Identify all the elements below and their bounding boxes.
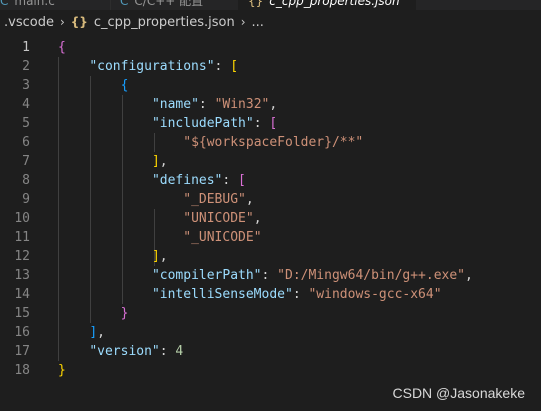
line-number: 6 bbox=[22, 135, 30, 150]
code-line[interactable]: 10 "UNICODE", bbox=[0, 209, 541, 228]
code-text[interactable]: "UNICODE", bbox=[58, 209, 261, 228]
line-number: 9 bbox=[22, 192, 30, 207]
code-text[interactable]: ], bbox=[58, 152, 168, 171]
code-text[interactable]: "version": 4 bbox=[58, 342, 183, 361]
code-line[interactable]: 16 ], bbox=[0, 323, 541, 342]
line-number: 7 bbox=[22, 154, 30, 169]
code-line[interactable]: 18} bbox=[0, 361, 541, 380]
code-line[interactable]: 11 "_UNICODE" bbox=[0, 228, 541, 247]
code-text[interactable]: "_DEBUG", bbox=[58, 190, 253, 209]
code-line[interactable]: 5 "includePath": [ bbox=[0, 114, 541, 133]
code-text[interactable]: "${workspaceFolder}/**" bbox=[58, 133, 363, 152]
tab-cpp-config[interactable]: C C/C++ 配置 bbox=[120, 0, 230, 10]
code-line[interactable]: 14 "intelliSenseMode": "windows-gcc-x64" bbox=[0, 285, 541, 304]
code-text[interactable]: } bbox=[58, 361, 66, 380]
line-number: 10 bbox=[14, 211, 30, 226]
line-number: 4 bbox=[22, 97, 30, 112]
line-number: 14 bbox=[14, 287, 30, 302]
line-number: 13 bbox=[14, 268, 30, 283]
breadcrumb-more[interactable]: ... bbox=[252, 15, 264, 30]
line-number: 1 bbox=[22, 40, 30, 55]
code-text[interactable]: { bbox=[58, 76, 129, 95]
line-number: 3 bbox=[22, 78, 30, 93]
line-number: 17 bbox=[14, 344, 30, 359]
line-number: 18 bbox=[14, 363, 30, 378]
line-number: 16 bbox=[14, 325, 30, 340]
c-file-icon: C bbox=[0, 0, 9, 8]
tab-label: c_cpp_properties.json bbox=[269, 0, 400, 8]
tab-label: C/C++ 配置 bbox=[134, 0, 204, 8]
c-file-icon: C bbox=[120, 0, 129, 8]
line-number: 15 bbox=[14, 306, 30, 321]
breadcrumb-folder[interactable]: .vscode bbox=[4, 15, 54, 30]
line-number: 11 bbox=[14, 230, 30, 245]
chevron-right-icon: › bbox=[59, 15, 65, 29]
code-text[interactable]: "intelliSenseMode": "windows-gcc-x64" bbox=[58, 285, 442, 304]
line-number: 5 bbox=[22, 116, 30, 131]
code-line[interactable]: 6 "${workspaceFolder}/**" bbox=[0, 133, 541, 152]
code-line[interactable]: 3 { bbox=[0, 76, 541, 95]
code-line[interactable]: 9 "_DEBUG", bbox=[0, 190, 541, 209]
code-line[interactable]: 15 } bbox=[0, 304, 541, 323]
code-text[interactable]: "defines": [ bbox=[58, 171, 246, 190]
code-text[interactable]: ], bbox=[58, 247, 168, 266]
tab-divider bbox=[110, 0, 111, 10]
close-icon[interactable]: × bbox=[398, 0, 410, 2]
code-text[interactable]: "includePath": [ bbox=[58, 114, 277, 133]
tab-main-c[interactable]: Cmain.c bbox=[0, 0, 70, 10]
breadcrumb: .vscode › {} c_cpp_properties.json › ... bbox=[0, 10, 541, 34]
code-text[interactable]: { bbox=[58, 38, 66, 57]
line-number: 12 bbox=[14, 249, 30, 264]
code-line[interactable]: 7 ], bbox=[0, 152, 541, 171]
tab-bar: Cmain.c C C/C++ 配置 {} c_cpp_properties.jso… bbox=[0, 0, 541, 10]
code-text[interactable]: "name": "Win32", bbox=[58, 95, 277, 114]
line-number: 2 bbox=[22, 59, 30, 74]
code-line[interactable]: 12 ], bbox=[0, 247, 541, 266]
watermark: CSDN @Jasonakeke bbox=[392, 385, 526, 401]
line-number: 8 bbox=[22, 173, 30, 188]
json-braces-icon: {} bbox=[70, 15, 88, 29]
breadcrumb-file[interactable]: c_cpp_properties.json bbox=[94, 15, 235, 30]
code-line[interactable]: 13 "compilerPath": "D:/Mingw64/bin/g++.e… bbox=[0, 266, 541, 285]
code-text[interactable]: "_UNICODE" bbox=[58, 228, 261, 247]
tab-label: main.c bbox=[14, 0, 55, 8]
code-text[interactable]: } bbox=[58, 304, 129, 323]
json-braces-icon: {} bbox=[248, 0, 264, 8]
code-text[interactable]: "compilerPath": "D:/Mingw64/bin/g++.exe"… bbox=[58, 266, 473, 285]
tab-c-cpp-properties[interactable]: {} c_cpp_properties.json × bbox=[238, 0, 416, 10]
code-line[interactable]: 8 "defines": [ bbox=[0, 171, 541, 190]
code-line[interactable]: 4 "name": "Win32", bbox=[0, 95, 541, 114]
code-text[interactable]: "configurations": [ bbox=[58, 57, 238, 76]
code-line[interactable]: 17 "version": 4 bbox=[0, 342, 541, 361]
chevron-right-icon: › bbox=[240, 15, 246, 29]
code-editor[interactable]: 1{2 "configurations": [3 {4 "name": "Win… bbox=[0, 38, 541, 411]
code-text[interactable]: ], bbox=[58, 323, 105, 342]
code-line[interactable]: 2 "configurations": [ bbox=[0, 57, 541, 76]
code-line[interactable]: 1{ bbox=[0, 38, 541, 57]
